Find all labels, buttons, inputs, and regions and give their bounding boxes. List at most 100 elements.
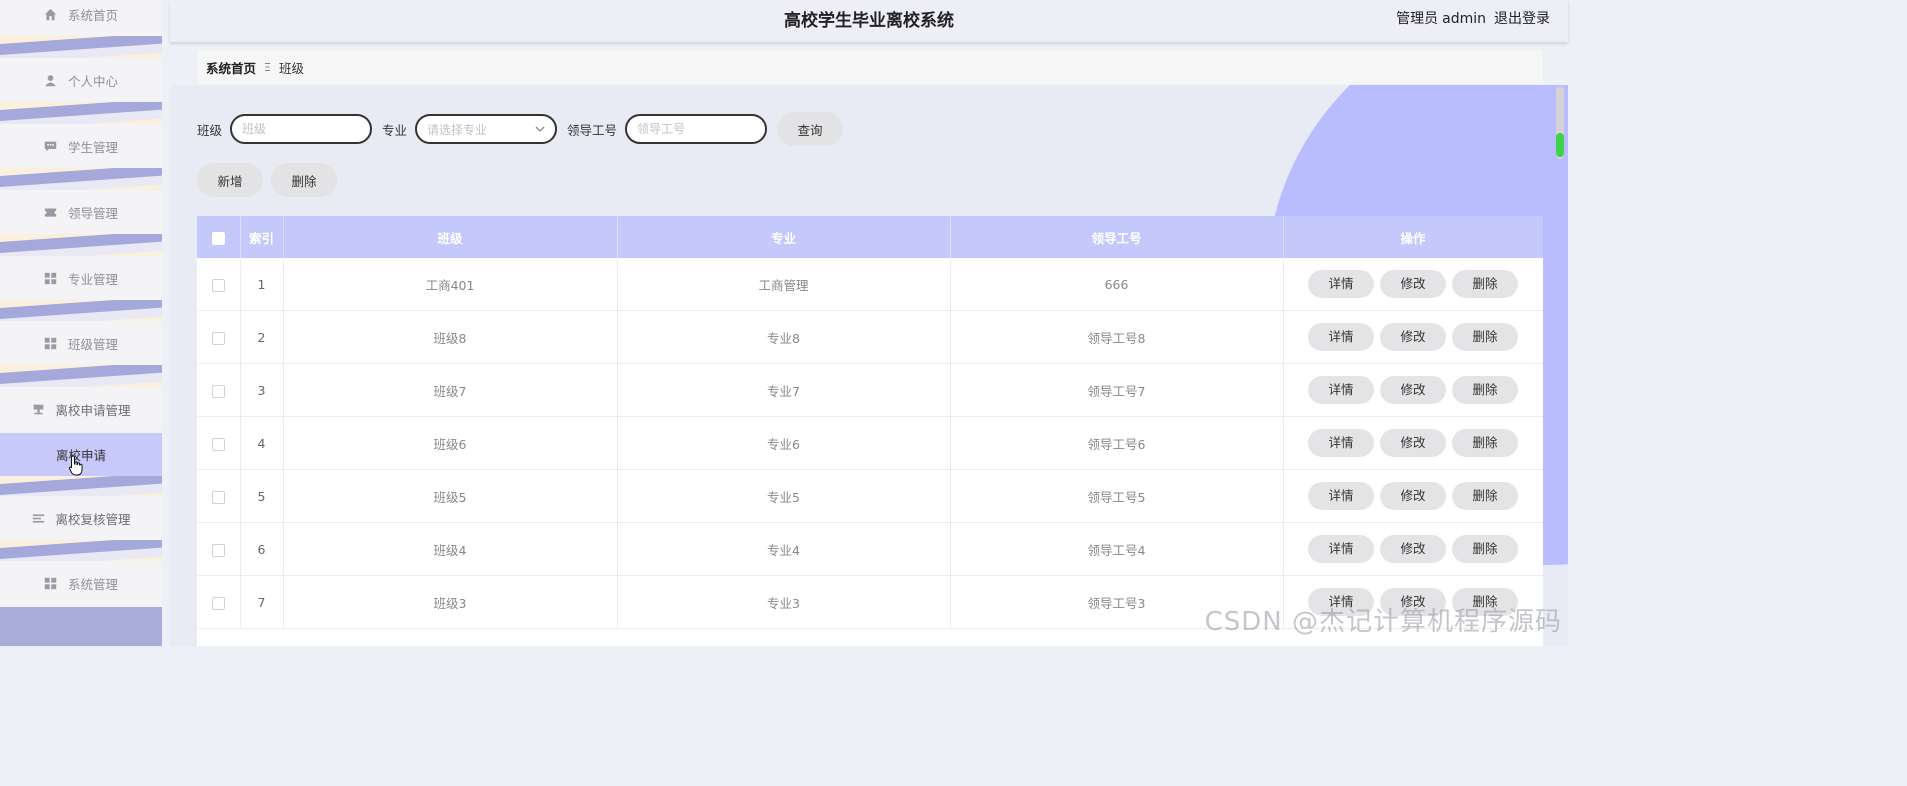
row-leader-id: 领导工号6: [950, 416, 1284, 470]
detail-button[interactable]: 详情: [1308, 270, 1374, 298]
sidebar-item-label: 系统首页: [67, 7, 118, 23]
delete-button[interactable]: 删除: [1452, 535, 1518, 563]
list-icon: [31, 511, 45, 525]
column-header: 领导工号: [950, 216, 1284, 258]
username: admin: [1442, 11, 1486, 27]
row-class: 工商401: [283, 258, 618, 311]
detail-button[interactable]: 详情: [1308, 323, 1374, 351]
edit-button[interactable]: 修改: [1380, 270, 1446, 298]
row-index: 2: [240, 310, 284, 364]
row-checkbox[interactable]: [211, 278, 225, 292]
row-select-cell: [197, 575, 241, 629]
sidebar-divider: [0, 365, 162, 387]
row-index: 5: [240, 469, 284, 523]
delete-button[interactable]: 删除: [1452, 270, 1518, 298]
add-button[interactable]: 新增: [197, 163, 263, 197]
major-select[interactable]: 请选择专业: [415, 114, 558, 144]
select-all-cell: [197, 216, 241, 258]
class-search-input[interactable]: [230, 114, 373, 144]
edit-button[interactable]: 修改: [1380, 429, 1446, 457]
row-select-cell: [197, 363, 241, 417]
edit-button[interactable]: 修改: [1380, 323, 1446, 351]
row-select-cell: [197, 416, 241, 470]
edit-button[interactable]: 修改: [1380, 376, 1446, 404]
row-major: 专业6: [617, 416, 951, 470]
row-select-cell: [197, 258, 241, 311]
row-actions: 详情 修改 删除: [1283, 416, 1543, 470]
stamp-icon: [31, 402, 45, 416]
row-index: 6: [240, 522, 284, 576]
row-major: 专业5: [617, 469, 951, 523]
grid-icon: [44, 576, 58, 590]
delete-button[interactable]: 删除: [1452, 323, 1518, 351]
edit-button[interactable]: 修改: [1380, 535, 1446, 563]
detail-button[interactable]: 详情: [1308, 376, 1374, 404]
sidebar-divider: [0, 36, 162, 58]
table-row: 2 班级8 专业8 领导工号8 详情 修改 删除: [197, 310, 1543, 364]
row-checkbox[interactable]: [211, 490, 225, 504]
row-leader-id: 领导工号5: [950, 469, 1284, 523]
row-class: 班级3: [283, 575, 618, 629]
row-index: 4: [240, 416, 284, 470]
sidebar: 系统首页 个人中心 学生管理 领导管理 专业管理 班级管理 离校申请管理 离校申…: [0, 0, 162, 646]
column-header: 索引: [240, 216, 284, 258]
sidebar-item-label: 班级管理: [67, 336, 118, 352]
sidebar-item-majors[interactable]: 专业管理: [0, 256, 162, 300]
row-select-cell: [197, 469, 241, 523]
watermark: CSDN @杰记计算机程序源码: [1204, 607, 1562, 637]
scrollbar-thumb[interactable]: [1556, 133, 1564, 157]
sidebar-item-profile[interactable]: 个人中心: [0, 58, 162, 102]
row-major: 专业7: [617, 363, 951, 417]
sidebar-item-leave-review[interactable]: 离校复核管理: [0, 496, 162, 540]
row-leader-id: 666: [950, 258, 1284, 311]
sidebar-divider: [0, 234, 162, 256]
delete-button[interactable]: 删除: [1452, 482, 1518, 510]
row-actions: 详情 修改 删除: [1283, 310, 1543, 364]
edit-button[interactable]: 修改: [1380, 482, 1446, 510]
sidebar-item-label: 个人中心: [67, 73, 118, 89]
row-checkbox[interactable]: [211, 543, 225, 557]
detail-button[interactable]: 详情: [1308, 535, 1374, 563]
sidebar-item-label: 离校复核管理: [55, 511, 131, 527]
row-class: 班级6: [283, 416, 618, 470]
sidebar-divider: [0, 102, 162, 124]
row-leader-id: 领导工号8: [950, 310, 1284, 364]
row-checkbox[interactable]: [211, 331, 225, 345]
delete-button[interactable]: 删除: [1452, 376, 1518, 404]
sidebar-item-classes[interactable]: 班级管理: [0, 321, 162, 365]
leader-id-search-input[interactable]: [625, 114, 768, 144]
select-all-checkbox[interactable]: [211, 231, 225, 245]
row-index: 7: [240, 575, 284, 629]
sidebar-item-students[interactable]: 学生管理: [0, 124, 162, 168]
table-row: 3 班级7 专业7 领导工号7 详情 修改 删除: [197, 363, 1543, 417]
row-actions: 详情 修改 删除: [1283, 363, 1543, 417]
query-button[interactable]: 查询: [777, 112, 844, 146]
logout-link[interactable]: 退出登录: [1494, 11, 1550, 27]
sidebar-item-system[interactable]: 系统管理: [0, 561, 162, 605]
row-major: 工商管理: [617, 258, 951, 311]
row-checkbox[interactable]: [211, 437, 225, 451]
table-row: 1 工商401 工商管理 666 详情 修改 删除: [197, 258, 1543, 311]
sidebar-item-leave-application[interactable]: 离校申请管理: [0, 387, 162, 431]
user-icon: [44, 73, 58, 87]
sidebar-item-leaders[interactable]: 领导管理: [0, 190, 162, 234]
row-select-cell: [197, 522, 241, 576]
batch-delete-button[interactable]: 删除: [271, 163, 337, 197]
sidebar-item-label: 领导管理: [67, 205, 118, 221]
table-header-row: 索引 班级 专业 领导工号 操作: [197, 216, 1543, 258]
grid-icon: [44, 336, 58, 350]
delete-button[interactable]: 删除: [1452, 429, 1518, 457]
detail-button[interactable]: 详情: [1308, 482, 1374, 510]
breadcrumb-home[interactable]: 系统首页: [206, 58, 256, 77]
row-checkbox[interactable]: [211, 596, 225, 610]
column-header: 专业: [617, 216, 951, 258]
row-checkbox[interactable]: [211, 384, 225, 398]
sidebar-item-home[interactable]: 系统首页: [0, 0, 162, 36]
grid-icon: [44, 271, 58, 285]
top-header: 高校学生毕业离校系统 管理员 admin 退出登录: [170, 0, 1568, 42]
hand-cursor-icon: [68, 455, 83, 476]
detail-button[interactable]: 详情: [1308, 429, 1374, 457]
sidebar-item-label: 学生管理: [67, 139, 118, 155]
sidebar-divider: [0, 540, 162, 562]
sidebar-footer-band: [0, 607, 162, 646]
